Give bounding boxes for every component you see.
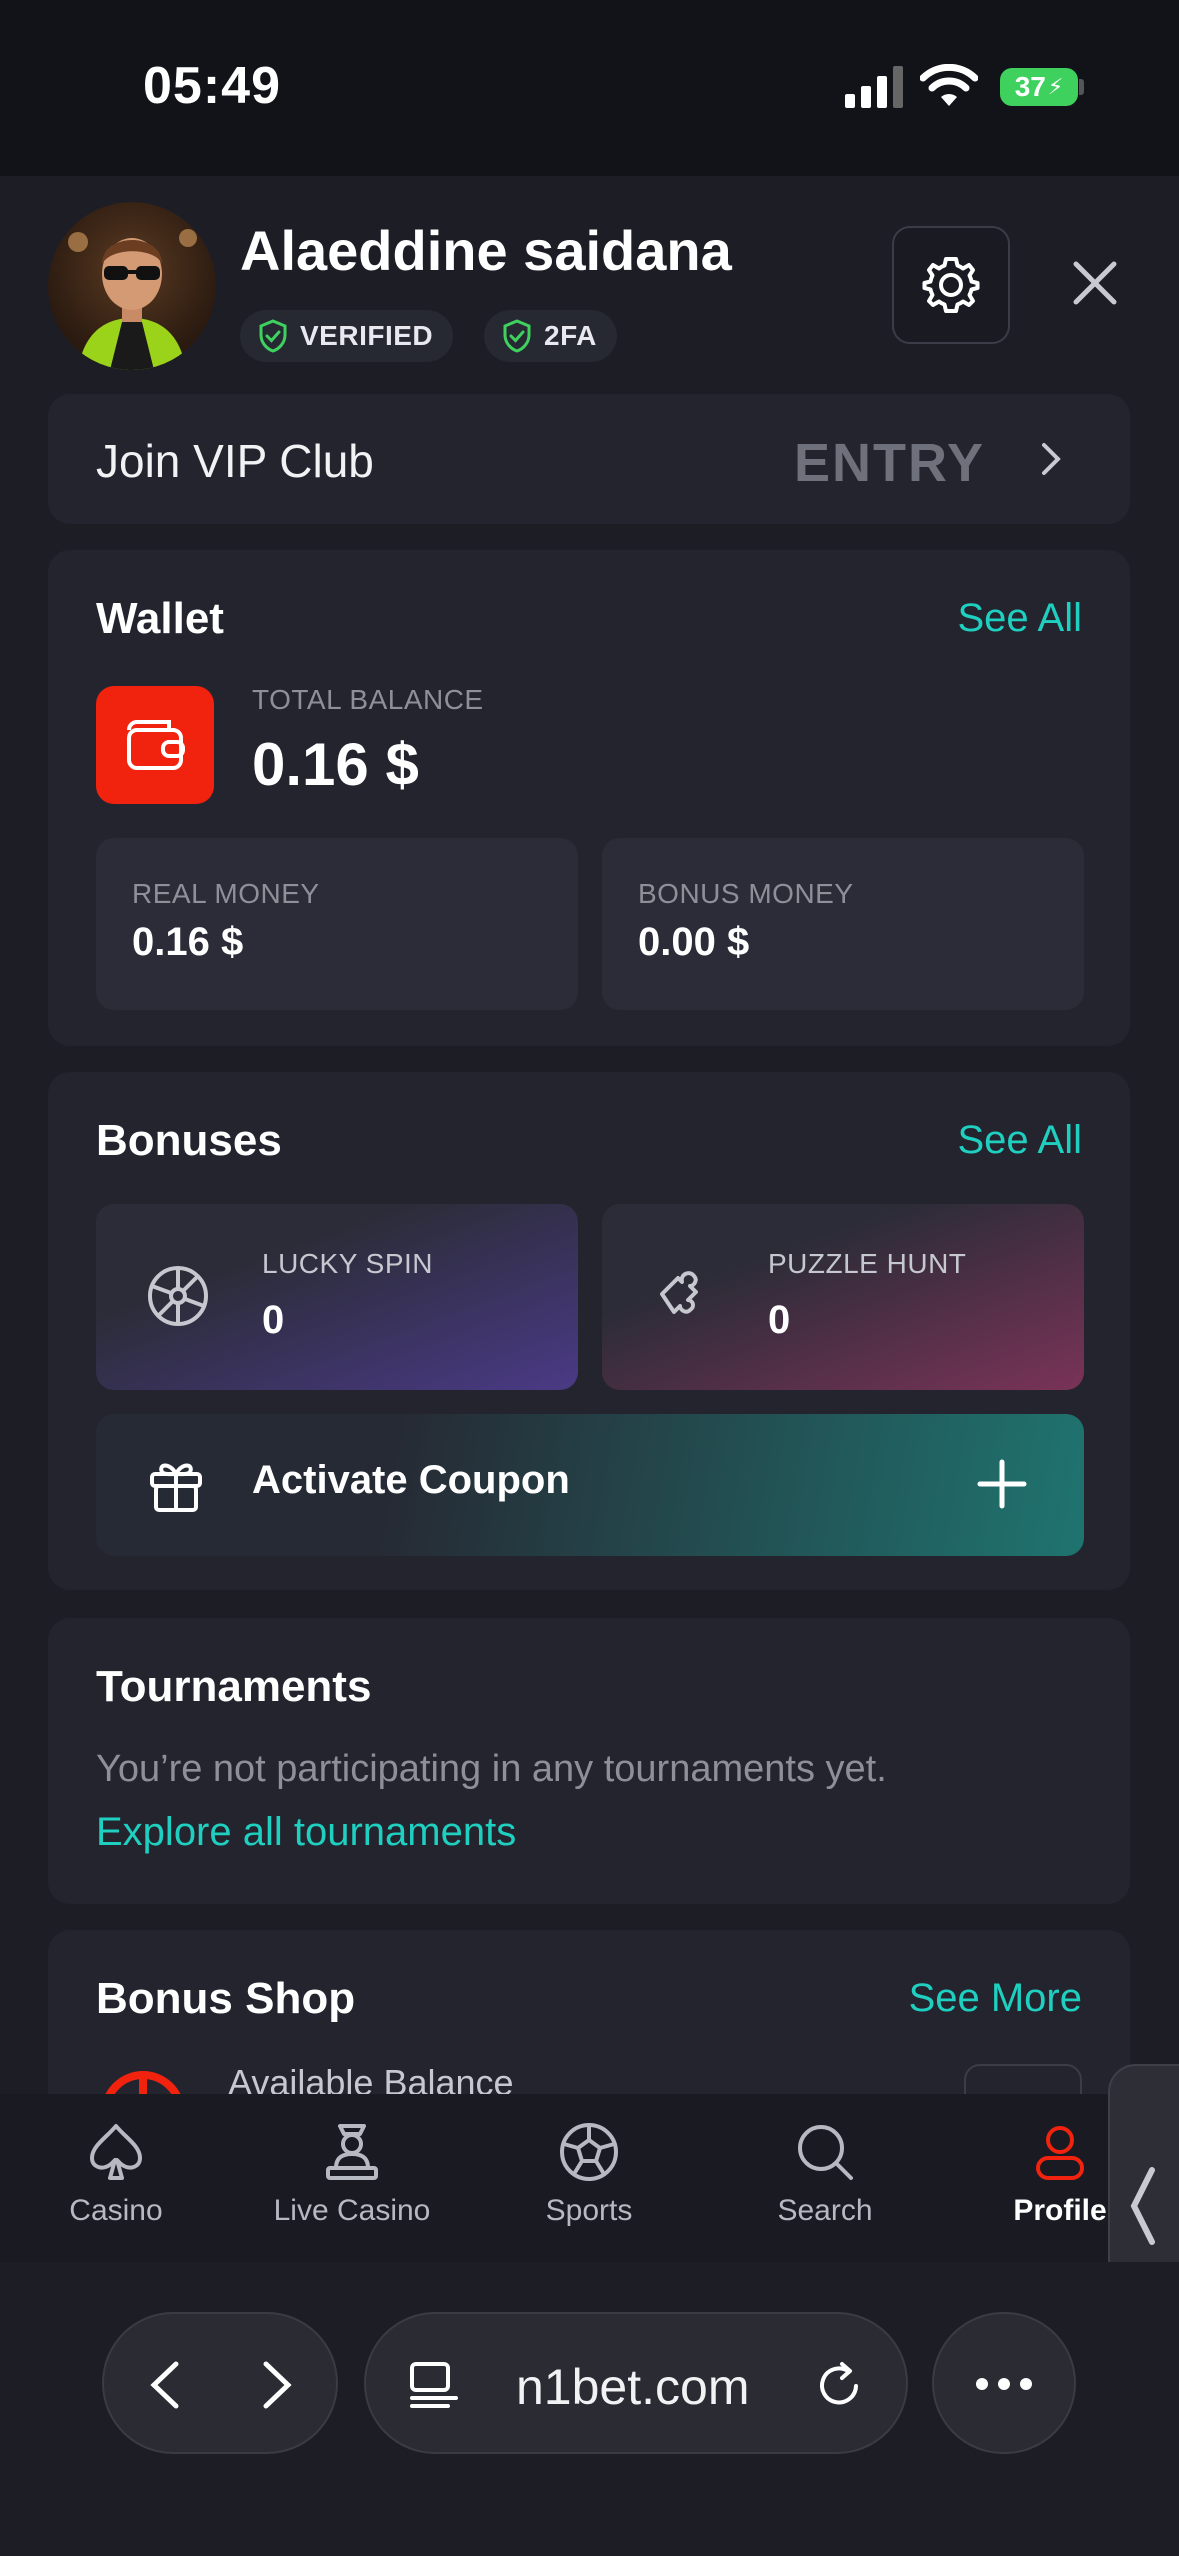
gift-icon (150, 1463, 202, 1512)
wallet-title: Wallet (96, 594, 224, 643)
wallet-icon (96, 686, 214, 804)
bonus-money-box: BONUS MONEY 0.00 $ (602, 838, 1084, 1010)
lucky-spin-icon (148, 1266, 208, 1326)
bonus-shop-action-button[interactable] (964, 2064, 1082, 2094)
battery-indicator: 37 ⚡ (1000, 68, 1078, 106)
avatar[interactable] (48, 202, 216, 370)
avatar-image (68, 229, 197, 370)
real-money-label: REAL MONEY (132, 878, 320, 909)
dealer-icon (326, 2124, 378, 2180)
bonus-shop-see-more-link[interactable]: See More (909, 1976, 1082, 2021)
browser-nav-buttons (102, 2312, 338, 2454)
more-options-button[interactable] (932, 2312, 1076, 2454)
nav-item-casino[interactable]: Casino (16, 2120, 216, 2228)
lucky-spin-tile[interactable]: LUCKY SPIN 0 (96, 1204, 578, 1390)
nav-label-search: Search (777, 2194, 873, 2227)
shield-check-icon (259, 319, 287, 353)
available-balance-label: Available Balance (228, 2062, 514, 2094)
puzzle-hunt-tile[interactable]: PUZZLE HUNT 0 (602, 1204, 1084, 1390)
vip-level: ENTRY (793, 433, 985, 493)
more-icon (976, 2378, 1032, 2390)
bonus-shop-card: Bonus Shop See More Available Balance (48, 1930, 1130, 2094)
status-time: 05:49 (143, 57, 281, 115)
plus-icon (977, 1459, 1027, 1509)
soccer-ball-icon (560, 2123, 618, 2181)
page-menu-icon[interactable] (408, 2360, 460, 2410)
wifi-icon (920, 64, 978, 106)
bonus-shop-title: Bonus Shop (96, 1974, 356, 2023)
forward-icon[interactable] (254, 2358, 298, 2412)
user-icon (1036, 2126, 1084, 2180)
nav-item-search[interactable]: Search (725, 2120, 925, 2228)
reload-icon[interactable] (814, 2360, 866, 2412)
tournaments-title: Tournaments (96, 1662, 372, 1711)
chevron-right-icon (1042, 443, 1061, 475)
gear-icon (922, 257, 980, 313)
lucky-spin-count: 0 (262, 1298, 285, 1342)
puzzle-hunt-count: 0 (768, 1298, 791, 1342)
vip-club-label: Join VIP Club (96, 435, 374, 487)
nav-item-sports[interactable]: Sports (489, 2120, 689, 2228)
2fa-label: 2FA (544, 320, 597, 351)
activate-coupon-label: Activate Coupon (252, 1458, 570, 1502)
battery-tip (1079, 79, 1084, 95)
real-money-value: 0.16 $ (132, 920, 244, 964)
nav-item-live-casino[interactable]: Live Casino (252, 2120, 452, 2228)
cellular-signal-icon (845, 66, 903, 108)
vip-club-card[interactable]: Join VIP Club ENTRY (48, 394, 1130, 524)
search-icon (798, 2125, 853, 2180)
puzzle-icon (660, 1271, 698, 1314)
coin-icon (105, 2071, 181, 2094)
nav-label-casino: Casino (69, 2194, 163, 2227)
activate-coupon-button[interactable]: Activate Coupon (96, 1414, 1084, 1556)
bonus-money-value: 0.00 $ (638, 920, 750, 964)
nav-label-sports: Sports (545, 2194, 633, 2227)
bonuses-title: Bonuses (96, 1116, 282, 1165)
bonus-money-label: BONUS MONEY (638, 878, 854, 909)
close-icon[interactable] (1070, 258, 1120, 308)
shield-check-icon (503, 319, 531, 353)
chevron-left-icon (1130, 2167, 1155, 2245)
wallet-see-all-link[interactable]: See All (957, 596, 1082, 641)
url-text: n1bet.com (516, 2359, 750, 2415)
verified-badge: VERIFIED (240, 310, 454, 362)
verified-label: VERIFIED (300, 320, 434, 351)
puzzle-hunt-label: PUZZLE HUNT (768, 1248, 967, 1279)
total-balance-label: TOTAL BALANCE (252, 684, 484, 715)
explore-tournaments-link[interactable]: Explore all tournaments (96, 1810, 516, 1855)
2fa-badge: 2FA (484, 310, 617, 362)
tournaments-empty-text: You’re not participating in any tourname… (96, 1748, 887, 1790)
tournaments-card: Tournaments You’re not participating in … (48, 1618, 1130, 1904)
total-balance-value: 0.16 $ (252, 731, 419, 798)
spade-icon (90, 2124, 142, 2180)
lucky-spin-label: LUCKY SPIN (262, 1248, 433, 1279)
bonuses-card: Bonuses See All LUCKY SPIN 0 PUZZLE HUNT… (48, 1072, 1130, 1590)
browser-toolbar: n1bet.com (0, 2262, 1179, 2556)
bottom-nav: Casino Live Casino Sports Search Profile (0, 2094, 1179, 2262)
charging-icon: ⚡ (1047, 74, 1064, 99)
profile-panel: Alaeddine saidana VERIFIED 2FA Join VIP … (0, 176, 1179, 2094)
back-icon[interactable] (144, 2358, 188, 2412)
address-bar[interactable]: n1bet.com (364, 2312, 908, 2454)
nav-label-live-casino: Live Casino (273, 2194, 431, 2227)
settings-button[interactable] (892, 226, 1010, 344)
status-bar: 05:49 37 ⚡ (0, 0, 1179, 176)
wallet-card: Wallet See All TOTAL BALANCE 0.16 $ REAL… (48, 550, 1130, 1046)
real-money-box: REAL MONEY 0.16 $ (96, 838, 578, 1010)
battery-level: 37 (1014, 71, 1046, 102)
bonuses-see-all-link[interactable]: See All (957, 1118, 1082, 1163)
user-name: Alaeddine saidana (240, 219, 732, 282)
